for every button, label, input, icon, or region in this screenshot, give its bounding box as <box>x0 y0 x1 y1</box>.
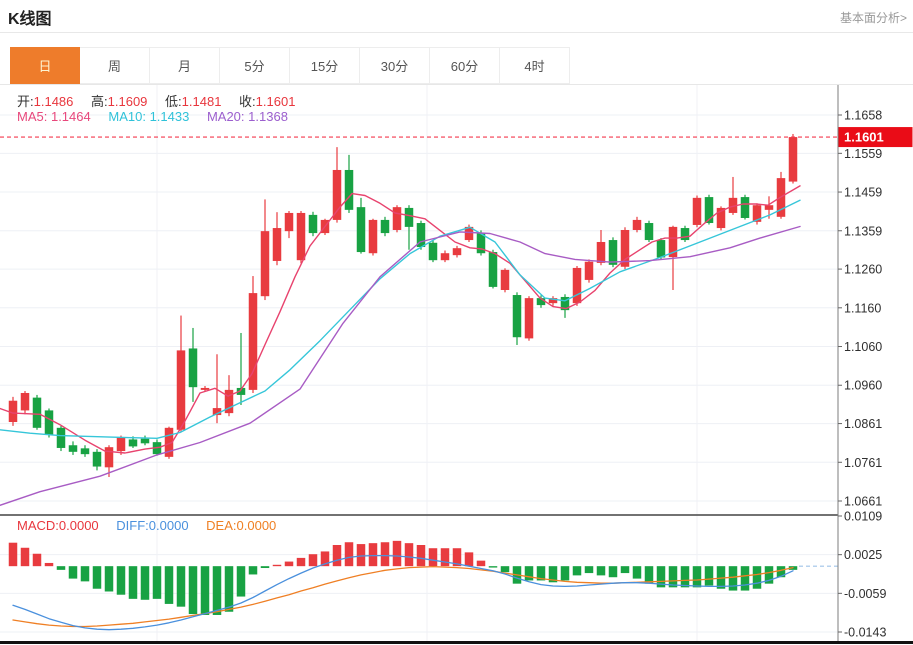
svg-text:1.1260: 1.1260 <box>844 263 882 277</box>
tab-5min[interactable]: 5分 <box>220 47 290 84</box>
ma10-label: MA10: <box>108 109 146 124</box>
tab-daily[interactable]: 日 <box>10 47 80 84</box>
ohlc-legend: 开:1.1486 高:1.1609 低:1.1481 收:1.1601 <box>17 91 295 110</box>
fundamental-analysis-link[interactable]: 基本面分析> <box>840 9 907 26</box>
tab-15min[interactable]: 15分 <box>290 47 360 84</box>
dea-label: DEA: <box>206 518 236 533</box>
svg-text:1.1459: 1.1459 <box>844 186 882 200</box>
page-title: K线图 <box>8 5 52 29</box>
high-label: 高: <box>91 94 108 109</box>
svg-text:1.1359: 1.1359 <box>844 224 882 238</box>
diff-label: DIFF: <box>116 518 149 533</box>
svg-text:0.0025: 0.0025 <box>844 548 882 562</box>
tab-60min[interactable]: 60分 <box>430 47 500 84</box>
ma-legend: MA5: 1.1464 MA10: 1.1433 MA20: 1.1368 <box>17 109 288 124</box>
macd-value: 0.0000 <box>59 518 99 533</box>
svg-text:-0.0143: -0.0143 <box>844 626 886 640</box>
close-value: 1.1601 <box>256 94 296 109</box>
svg-text:1.1060: 1.1060 <box>844 340 882 354</box>
svg-text:1.0861: 1.0861 <box>844 417 882 431</box>
period-tabbar: 日 周 月 5分 15分 30分 60分 4时 <box>0 47 913 85</box>
svg-text:-0.0059: -0.0059 <box>844 587 886 601</box>
ma10-value: 1.1433 <box>150 109 190 124</box>
header: K线图 基本面分析> <box>0 0 913 33</box>
macd-legend: MACD:0.0000 DIFF:0.0000 DEA:0.0000 <box>17 518 276 533</box>
tab-30min[interactable]: 30分 <box>360 47 430 84</box>
svg-text:1.1658: 1.1658 <box>844 109 882 123</box>
svg-text:1.1601: 1.1601 <box>844 130 884 145</box>
high-value: 1.1609 <box>108 94 148 109</box>
tab-weekly[interactable]: 周 <box>80 47 150 84</box>
open-label: 开: <box>17 94 34 109</box>
low-label: 低: <box>165 94 182 109</box>
diff-value: 0.0000 <box>149 518 189 533</box>
tab-4hour[interactable]: 4时 <box>500 47 570 84</box>
kline-macd-chart[interactable]: 1.1658 1.1559 1.1459 1.1359 1.1260 1.1160 1.10… <box>0 85 913 645</box>
kline-widget: K线图 基本面分析> 日 周 月 5分 15分 30分 60分 4时 开:1.1… <box>0 0 913 645</box>
macd-label: MACD: <box>17 518 59 533</box>
ma20-label: MA20: <box>207 109 245 124</box>
svg-text:1.1160: 1.1160 <box>844 301 881 315</box>
dea-value: 0.0000 <box>237 518 277 533</box>
svg-text:1.0661: 1.0661 <box>844 495 882 509</box>
ma5-label: MA5: <box>17 109 47 124</box>
svg-text:1.0761: 1.0761 <box>844 456 882 470</box>
tab-monthly[interactable]: 月 <box>150 47 220 84</box>
ma5-value: 1.1464 <box>51 109 91 124</box>
svg-text:0.0109: 0.0109 <box>844 510 882 524</box>
low-value: 1.1481 <box>182 94 222 109</box>
svg-text:1.1559: 1.1559 <box>844 147 882 161</box>
close-label: 收: <box>239 94 256 109</box>
open-value: 1.1486 <box>34 94 74 109</box>
svg-text:1.0960: 1.0960 <box>844 379 882 393</box>
ma20-value: 1.1368 <box>248 109 288 124</box>
